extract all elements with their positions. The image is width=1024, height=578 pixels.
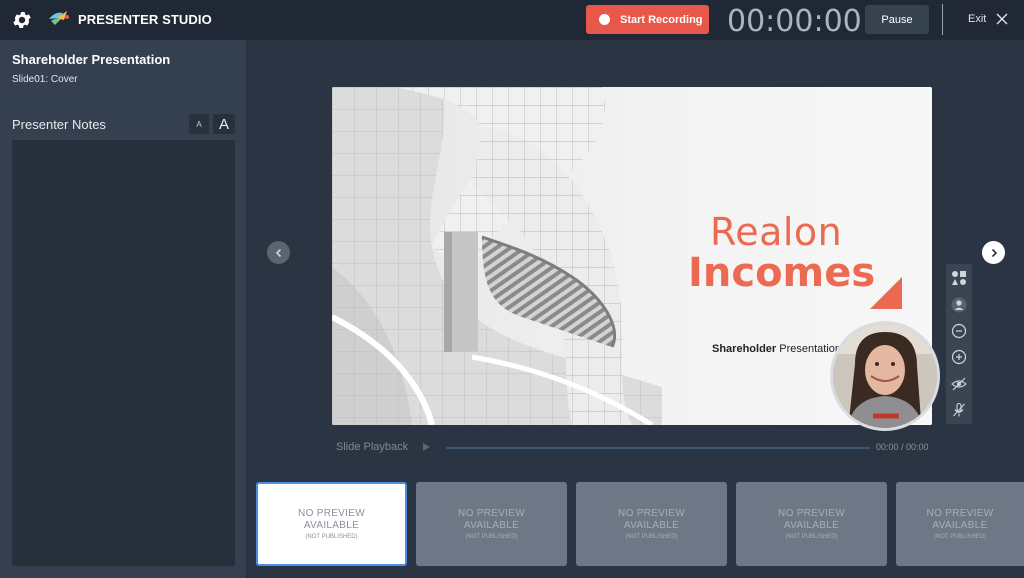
record-dot-icon — [599, 14, 610, 25]
start-recording-label: Start Recording — [620, 13, 703, 26]
slide-title-line1: Realon — [710, 210, 843, 254]
hide-webcam-button[interactable] — [949, 374, 969, 394]
presenter-notes-label: Presenter Notes — [12, 117, 106, 132]
slide-subtitle: Slide01: Cover — [12, 74, 78, 85]
slide-thumbnail[interactable]: NO PREVIEW AVAILABLE (NOT PUBLISHED) — [256, 482, 407, 566]
slide-thumbnail[interactable]: NO PREVIEW AVAILABLE (NOT PUBLISHED) — [416, 482, 567, 566]
next-slide-button[interactable] — [982, 241, 1005, 264]
thumbnail-line1: NO PREVIEW — [926, 508, 994, 519]
top-bar: PRESENTER STUDIO Start Recording 00:00:0… — [0, 0, 1024, 40]
thumbnail-note: (NOT PUBLISHED) — [785, 534, 838, 540]
thumbnail-line2: AVAILABLE — [463, 520, 520, 531]
shapes-icon — [952, 271, 966, 285]
thumbnail-line1: NO PREVIEW — [298, 508, 365, 519]
toolbar-divider — [942, 4, 943, 35]
play-icon[interactable] — [421, 442, 431, 452]
thumbnail-note: (NOT PUBLISHED) — [305, 534, 358, 540]
slide-thumbnails: NO PREVIEW AVAILABLE (NOT PUBLISHED) NO … — [256, 482, 1024, 566]
presentation-title: Shareholder Presentation — [12, 52, 171, 67]
close-icon[interactable] — [996, 13, 1008, 25]
slide-thumbnail[interactable]: NO PREVIEW AVAILABLE (NOT PUBLISHED) — [576, 482, 727, 566]
recording-timer: 00:00:00 — [727, 4, 862, 39]
slide-playback-label: Slide Playback — [336, 441, 409, 453]
slide-thumbnail[interactable]: NO PREVIEW AVAILABLE (NOT PUBLISHED) — [736, 482, 887, 566]
slide-title-line2: Incomes — [688, 250, 876, 296]
webcam-toggle-button[interactable] — [949, 295, 969, 315]
app-logo-icon — [49, 11, 69, 25]
mute-mic-button[interactable] — [949, 400, 969, 420]
zoom-out-button[interactable] — [949, 321, 969, 341]
thumbnail-note: (NOT PUBLISHED) — [625, 534, 678, 540]
app-title: PRESENTER STUDIO — [78, 12, 212, 27]
slide-thumbnail[interactable]: NO PREVIEW AVAILABLE (NOT PUBLISHED) — [896, 482, 1024, 566]
slide-subtitle-rest: Presentation — [776, 343, 842, 355]
hide-icon — [951, 377, 967, 391]
presenter-notes-area[interactable] — [12, 140, 235, 566]
thumbnail-line2: AVAILABLE — [623, 520, 680, 531]
thumbnail-line2: AVAILABLE — [932, 520, 988, 531]
thumbnail-line2: AVAILABLE — [783, 520, 840, 531]
person-icon — [951, 297, 967, 313]
increase-font-button[interactable]: A — [213, 114, 235, 134]
pause-button[interactable]: Pause — [865, 5, 929, 34]
zoom-out-icon — [951, 323, 967, 339]
mic-off-icon — [953, 402, 965, 417]
playback-progress-bar[interactable] — [446, 447, 870, 449]
start-recording-button[interactable]: Start Recording — [586, 5, 709, 34]
playback-time: 00:00 / 00:00 — [876, 442, 929, 452]
webcam-preview[interactable] — [830, 321, 940, 431]
zoom-in-button[interactable] — [949, 347, 969, 367]
thumbnail-note: (NOT PUBLISHED) — [465, 534, 518, 540]
gear-icon[interactable] — [11, 9, 33, 31]
exit-button[interactable]: Exit — [968, 13, 986, 25]
tools-rail — [946, 264, 972, 424]
decrease-font-button[interactable]: A — [189, 114, 209, 134]
slide-subtitle: Shareholder Presentation — [712, 343, 841, 355]
chevron-left-icon — [275, 248, 281, 257]
thumbnail-line1: NO PREVIEW — [618, 508, 685, 519]
slide-subtitle-bold: Shareholder — [712, 343, 777, 355]
zoom-in-icon — [951, 349, 967, 365]
thumbnail-note: (NOT PUBLISHED) — [933, 534, 987, 540]
thumbnail-line1: NO PREVIEW — [778, 508, 845, 519]
chevron-right-icon — [991, 248, 997, 257]
thumbnail-line1: NO PREVIEW — [458, 508, 525, 519]
shapes-button[interactable] — [949, 268, 969, 288]
presenter-video — [833, 324, 937, 428]
previous-slide-button[interactable] — [267, 241, 290, 264]
sidebar: Shareholder Presentation Slide01: Cover … — [0, 40, 246, 578]
thumbnail-line2: AVAILABLE — [303, 520, 360, 531]
